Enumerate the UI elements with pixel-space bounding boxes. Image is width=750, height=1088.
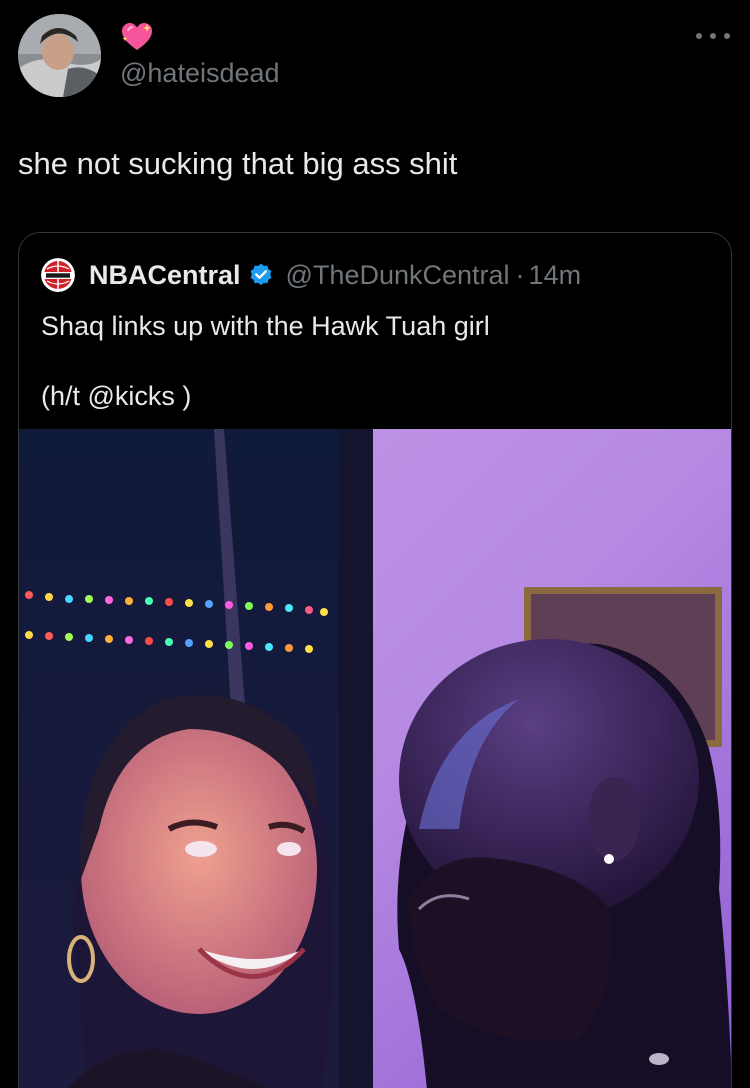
- quoted-author-name[interactable]: NBACentral: [89, 260, 241, 291]
- separator-dot: ·: [515, 259, 525, 290]
- quoted-photo[interactable]: [19, 429, 731, 1088]
- nba-central-logo[interactable]: [41, 258, 75, 292]
- more-dot: [724, 33, 730, 39]
- quoted-tweet-header: NBACentral @TheDunkCentral · 14m: [41, 258, 581, 292]
- quoted-tweet[interactable]: NBACentral @TheDunkCentral · 14m Shaq li…: [18, 232, 732, 1088]
- more-options-icon[interactable]: [696, 30, 730, 42]
- more-dot: [710, 33, 716, 39]
- sparkling-heart-icon: [120, 22, 154, 52]
- tweet-header: @hateisdead: [18, 14, 732, 100]
- quoted-timestamp[interactable]: 14m: [529, 260, 582, 291]
- tweet-text: she not sucking that big ass shit: [18, 146, 458, 181]
- avatar[interactable]: [18, 14, 101, 97]
- verified-badge-icon: [248, 262, 274, 288]
- more-dot: [696, 33, 702, 39]
- quoted-text-line1: Shaq links up with the Hawk Tuah girl: [41, 311, 490, 341]
- quoted-author-handle[interactable]: @TheDunkCentral: [286, 260, 510, 291]
- quoted-text-line2: (h/t @kicks ): [41, 381, 192, 411]
- author-handle[interactable]: @hateisdead: [120, 58, 280, 89]
